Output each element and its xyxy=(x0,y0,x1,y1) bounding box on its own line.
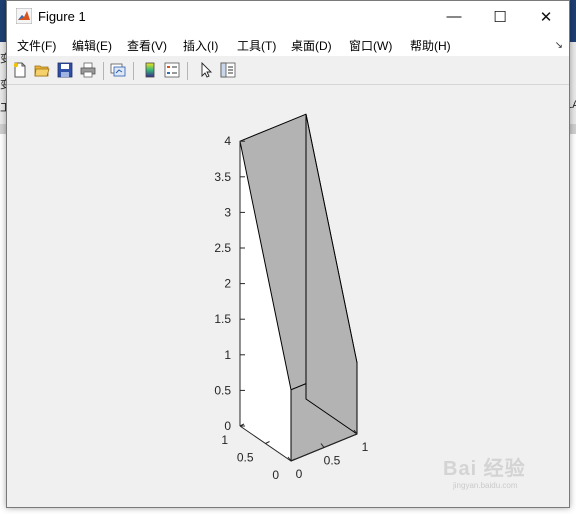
pointer-icon[interactable] xyxy=(198,62,214,78)
title-bar[interactable]: Figure 1 — ☐ ✕ xyxy=(7,1,569,32)
z-tick-label: 1.5 xyxy=(214,312,231,326)
z-tick-label: 2 xyxy=(224,277,231,291)
menu-file[interactable]: 文件(F) xyxy=(17,37,56,54)
x-tick-label: 1 xyxy=(362,440,369,454)
menu-desktop[interactable]: 桌面(D) xyxy=(291,37,332,54)
watermark-logo: Bai 经验 xyxy=(443,458,526,480)
dock-arrow-icon[interactable]: ↘ xyxy=(555,40,563,51)
x-tick-label: 0.5 xyxy=(324,454,341,468)
menu-view[interactable]: 查看(V) xyxy=(127,37,167,54)
z-tick-label: 4 xyxy=(224,134,231,148)
figure-toolbar xyxy=(7,56,569,85)
maximize-icon: ☐ xyxy=(493,8,507,26)
z-tick-label: 0 xyxy=(224,419,231,433)
watermark: Bai 经验 jingyan.baidu.com xyxy=(443,452,526,490)
link-plot-icon[interactable] xyxy=(110,62,126,78)
watermark-url: jingyan.baidu.com xyxy=(453,481,518,490)
new-figure-icon[interactable] xyxy=(12,62,28,78)
close-button[interactable]: ✕ xyxy=(523,1,569,32)
toolbar-separator xyxy=(187,62,188,80)
z-tick-label: 1 xyxy=(224,348,231,362)
z-tick-label: 0.5 xyxy=(214,383,231,397)
menu-edit[interactable]: 编辑(E) xyxy=(72,37,112,54)
figure-window: Figure 1 — ☐ ✕ 文件(F) 编辑(E) 查看(V) 插入(I) 工… xyxy=(6,0,570,508)
window-title: Figure 1 xyxy=(38,9,86,24)
print-icon[interactable] xyxy=(80,62,96,78)
colorbar-icon[interactable] xyxy=(142,62,158,78)
menu-window[interactable]: 窗口(W) xyxy=(349,37,392,54)
open-file-icon[interactable] xyxy=(34,62,50,78)
matlab-logo-icon xyxy=(16,8,32,24)
close-icon: ✕ xyxy=(539,8,553,26)
menu-bar: 文件(F) 编辑(E) 查看(V) 插入(I) 工具(T) 桌面(D) 窗口(W… xyxy=(7,32,569,56)
y-tick-label: 1 xyxy=(221,433,228,447)
y-tick-label: 0 xyxy=(272,468,279,482)
z-tick-label: 3 xyxy=(224,205,231,219)
minimize-icon: — xyxy=(446,8,462,25)
toolbar-separator xyxy=(133,62,134,80)
toolbar-separator xyxy=(103,62,104,80)
property-editor-icon[interactable] xyxy=(220,62,236,78)
surface-face-right xyxy=(305,113,358,435)
y-tick-label: 0.5 xyxy=(237,451,254,465)
maximize-button[interactable]: ☐ xyxy=(477,1,523,32)
z-tick-label: 2.5 xyxy=(214,241,231,255)
z-tick-label: 3.5 xyxy=(214,170,231,184)
menu-insert[interactable]: 插入(I) xyxy=(183,37,218,54)
menu-help[interactable]: 帮助(H) xyxy=(410,37,451,54)
axes-3d[interactable]: 00.511.522.533.5400.5100.51 xyxy=(7,85,569,507)
legend-icon[interactable] xyxy=(164,62,180,78)
save-icon[interactable] xyxy=(57,62,73,78)
figure-canvas[interactable]: 0 0.5 1 1.5 2 2.5 3 3.5 4 0 0.5 1 0 0.5 1 xyxy=(7,85,569,507)
x-tick-label: 0 xyxy=(296,467,303,481)
menu-tools[interactable]: 工具(T) xyxy=(237,37,276,54)
minimize-button[interactable]: — xyxy=(431,1,477,32)
